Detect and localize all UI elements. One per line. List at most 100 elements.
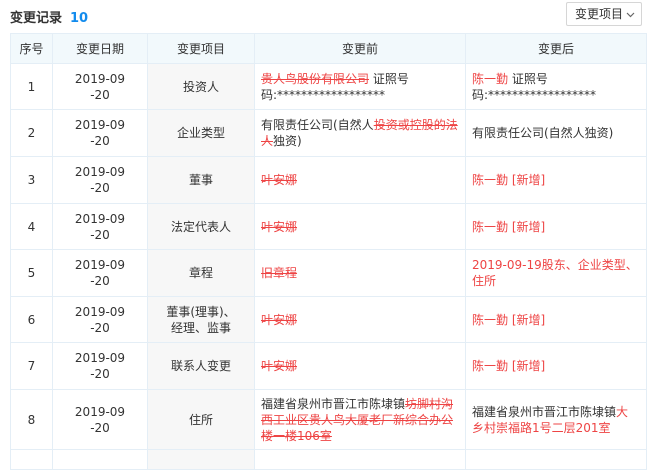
cell-item: 法定代表人 (147, 203, 255, 250)
cell-after-segment: 福建省泉州市晋江市陈埭镇 (472, 404, 617, 419)
cell-after-segment: 陈一勤 (472, 71, 509, 86)
cell-no-text: 7 (27, 359, 36, 373)
cell-date-text: 2019-09-20 (74, 404, 126, 435)
cell-no: 5 (10, 249, 53, 297)
cell-no: 7 (10, 342, 53, 390)
cell-before: 叶安娜 (254, 342, 466, 390)
section-title: 变更记录 10 (10, 7, 88, 26)
cell-date-text: 2019-09-20 (74, 211, 126, 242)
table-row: 7 2019-09-20 联系人变更 叶安娜 陈一勤 [新增] (10, 342, 647, 390)
cell-date: 2019-09-20 (52, 109, 148, 157)
col-header-item: 变更项目 (147, 33, 255, 64)
chevron-down-icon (626, 12, 635, 17)
cell-no-text: 3 (27, 173, 36, 187)
cell-date: 2019-09-20 (52, 203, 148, 250)
table-row: 2 2019-09-20 企业类型 有限责任公司(自然人投资或控股的法人独资) 有限责任… (10, 109, 647, 157)
cell-date: 2019-09-20 (52, 249, 148, 297)
col-header-no: 序号 (10, 33, 53, 64)
cell-item: 章程 (147, 249, 255, 297)
cell-item: 企业类型 (147, 109, 255, 157)
cell-after: 有限责任公司(自然人独资) (465, 109, 647, 157)
cell-before: 叶安娜 (254, 296, 466, 343)
cell-date-text: 2019-09-20 (74, 351, 126, 381)
cell-item-text: 法定代表人 (170, 219, 231, 234)
cell-after-segment: 陈一勤 [新增] (472, 219, 546, 234)
cell-after-segment: 有限责任公司(自然人独资) (472, 126, 614, 140)
cell-after: 陈一勤 [新增] (465, 156, 647, 204)
cell-item: 董事 (147, 156, 255, 204)
cell-after-segment: 2019-09-19股东、企业类型、住所 (472, 258, 638, 288)
cell-no: 8 (10, 389, 53, 450)
cell-after: 陈一勤 [新增] (465, 342, 647, 390)
cell-after: 陈一勤 [新增] (465, 296, 647, 343)
cell-item-text: 联系人变更 (170, 359, 231, 373)
cell-date: 2019-09-20 (52, 63, 148, 110)
cell-no: 1 (10, 63, 53, 110)
cell-before: 福建省泉州市晋江市陈埭镇坊脚村沟西工业区贵人鸟大厦老厂新综合办公楼一楼106室 (254, 389, 466, 450)
cell-no-text: 5 (27, 266, 36, 280)
table-row: 1 2019-09-20 投资人 贵人鸟股份有限公司 证照号码:***********… (10, 63, 647, 110)
cell-item-text: 投资人 (182, 79, 219, 94)
cell-item: 董事(理事)、经理、监事 (147, 296, 255, 343)
table-row: 3 2019-09-20 董事 叶安娜 陈一勤 [新增] (10, 156, 647, 204)
cell-after: 陈一勤 证照号码:****************** (465, 63, 647, 110)
col-header-date: 变更日期 (52, 33, 148, 64)
table-row: 8 2019-09-20 住所 福建省泉州市晋江市陈埭镇坊脚村沟西工业区贵人鸟大厦老厂… (10, 389, 647, 450)
cell-no: 3 (10, 156, 53, 204)
cell-after-segment: 陈一勤 [新增] (472, 173, 546, 187)
cell-date: 2019-09-20 (52, 342, 148, 390)
table-row: 6 2019-09-20 董事(理事)、经理、监事 叶安娜 陈一勤 [新增] (10, 296, 647, 343)
cell-date: 2019-09-20 (52, 156, 148, 204)
cell-before-segment: 叶安娜 (261, 173, 298, 187)
cell-before-segment: 旧章程 (261, 266, 298, 280)
cell-date-text: 2019-09-20 (74, 165, 126, 195)
cell-no-text: 4 (27, 219, 36, 234)
cell-date-text: 2019-09-20 (74, 118, 126, 148)
col-header-before: 变更前 (254, 33, 466, 64)
change-item-filter-dropdown[interactable]: 变更项目 (565, 2, 642, 26)
cell-no-text: 8 (27, 412, 36, 427)
cell-item: 投资人 (147, 63, 255, 110)
cell-before-segment: 叶安娜 (261, 312, 298, 327)
cell-date: 2019-09-20 (52, 389, 148, 450)
cell-item-text: 董事(理事)、经理、监事 (166, 304, 236, 335)
cell-before: 有限责任公司(自然人投资或控股的法人独资) (254, 109, 466, 157)
table-header-row: 序号 变更日期 变更项目 变更前 变更后 (10, 33, 647, 64)
cell-no-text: 6 (27, 312, 36, 327)
cell-item: 住所 (147, 389, 255, 450)
cell-before: 叶安娜 (254, 156, 466, 204)
section-title-text: 变更记录 (10, 11, 63, 26)
cell-before-segment: 叶安娜 (261, 359, 298, 373)
cell-date-text: 2019-09-20 (74, 71, 126, 102)
cell-no: 4 (10, 203, 53, 250)
cell-after-segment: 陈一勤 [新增] (472, 359, 546, 373)
col-header-after: 变更后 (465, 33, 647, 64)
cell-date-text: 2019-09-20 (74, 304, 126, 335)
cell-item-text: 董事 (188, 173, 213, 187)
cell-before: 贵人鸟股份有限公司 证照号码:****************** (254, 63, 466, 110)
cell-no: 6 (10, 296, 53, 343)
change-records-table: 序号 变更日期 变更项目 变更前 变更后 1 2019-09-20 投资人 贵人鸟股份… (10, 33, 647, 470)
cell-before-segment: 独资) (273, 134, 302, 148)
cell-date: 2019-09-20 (52, 296, 148, 343)
cell-before-segment: 福建省泉州市晋江市陈埭镇 (261, 396, 406, 411)
cell-date-text: 2019-09-20 (74, 258, 126, 288)
cell-no-text: 2 (27, 126, 36, 140)
cell-before-segment: 叶安娜 (261, 219, 298, 234)
cell-after: 2019-09-19股东、企业类型、住所 (465, 249, 647, 297)
cell-before: 叶安娜 (254, 203, 466, 250)
cell-item-text: 章程 (188, 266, 213, 280)
filter-label: 变更项目 (574, 7, 623, 21)
table-row: 4 2019-09-20 法定代表人 叶安娜 陈一勤 [新增] (10, 203, 647, 250)
cell-item-text: 住所 (188, 412, 213, 427)
cell-no: 2 (10, 109, 53, 157)
table-row: 5 2019-09-20 章程 旧章程 2019-09-19股东、企业类型、住所 (10, 249, 647, 297)
cell-no-text: 1 (27, 79, 36, 94)
cell-after-segment: 陈一勤 [新增] (472, 312, 546, 327)
cell-item: 联系人变更 (147, 342, 255, 390)
cell-after: 福建省泉州市晋江市陈埭镇大乡村崇福路1号二层201室 (465, 389, 647, 450)
cell-before-segment: 贵人鸟股份有限公司 (261, 71, 370, 86)
change-records-header: 变更记录 10 变更项目 (0, 0, 652, 30)
record-count: 10 (70, 11, 89, 26)
cell-before: 旧章程 (254, 249, 466, 297)
